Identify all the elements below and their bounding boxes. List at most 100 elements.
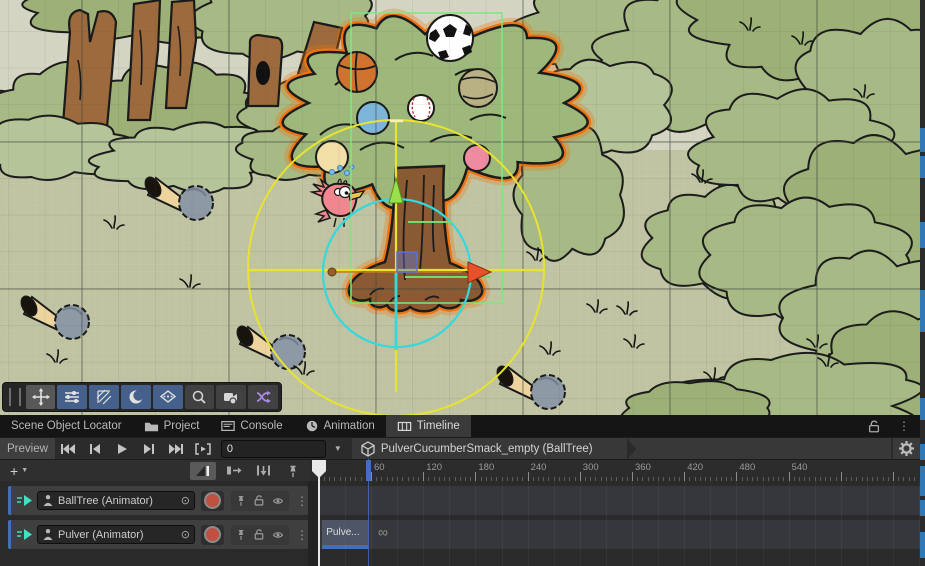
toolbar-drag-handle[interactable] — [9, 388, 21, 406]
tab-scene-object-locator[interactable]: Scene Object Locator — [0, 415, 133, 437]
track-grid-line — [710, 481, 711, 566]
object-picker-icon[interactable]: ⊙ — [181, 528, 190, 541]
hatch-tool-button[interactable] — [89, 385, 119, 409]
track-grid-line — [763, 481, 764, 566]
ruler-frame-label: 540 — [792, 462, 808, 473]
unlock-icon[interactable] — [867, 419, 881, 434]
unlock-icon[interactable] — [253, 528, 265, 541]
animation-track-icon — [15, 527, 33, 542]
preview-toggle-button[interactable]: Preview — [0, 438, 55, 460]
animator-object-field[interactable]: Pulver (Animator) ⊙ — [37, 525, 195, 544]
edge-indicator — [920, 466, 925, 496]
go-to-start-button[interactable] — [55, 440, 82, 458]
ripple-mode-button[interactable] — [250, 462, 276, 480]
ruler-tick — [736, 472, 737, 481]
tab-project[interactable]: Project — [133, 415, 211, 437]
current-frame-input[interactable]: 0 — [221, 440, 326, 458]
clock-icon — [305, 419, 319, 433]
timeline-end-line — [368, 459, 369, 566]
ruler-frame-label: 480 — [739, 462, 755, 473]
skip-end-icon — [168, 443, 184, 455]
track-header-pulver[interactable]: Pulver (Animator) ⊙ ⋮ — [8, 520, 308, 549]
go-to-end-button[interactable] — [163, 440, 190, 458]
console-icon — [221, 419, 235, 433]
timeline-breadcrumb[interactable]: PulverCucumberSmack_empty (BallTree) — [352, 438, 891, 460]
shuffle-icon — [255, 389, 272, 405]
record-button[interactable] — [201, 491, 224, 511]
track-header-balltree[interactable]: BallTree (Animator) ⊙ ⋮ — [8, 486, 308, 515]
record-icon — [204, 526, 221, 543]
add-track-button[interactable]: + ▼ — [0, 463, 32, 479]
sliders-tool-button[interactable] — [57, 385, 87, 409]
track-menu-icon[interactable]: ⋮ — [296, 494, 308, 508]
eye-icon[interactable] — [271, 529, 285, 541]
curves-view-toggle[interactable] — [190, 462, 216, 480]
track-grid-line — [554, 481, 555, 566]
scene-canvas — [0, 0, 920, 415]
replace-mode-pin-button[interactable] — [280, 462, 306, 480]
edge-indicator — [920, 444, 925, 460]
plane-handle[interactable] — [397, 252, 417, 272]
track-grid-line — [736, 481, 737, 566]
camera-icon — [222, 389, 240, 405]
tab-animation[interactable]: Animation — [294, 415, 386, 437]
pin-icon — [286, 464, 300, 478]
timeline-settings-button[interactable] — [893, 438, 920, 460]
move-tool-button[interactable] — [26, 385, 56, 409]
sliders-icon — [63, 389, 81, 405]
eclipse-tool-button[interactable] — [121, 385, 151, 409]
hatch-grid-icon — [96, 389, 112, 405]
track-grid-line — [371, 481, 372, 566]
eye-icon[interactable] — [271, 495, 285, 507]
track-grid-line — [893, 481, 894, 566]
mix-mode-button[interactable] — [220, 462, 246, 480]
track-grid-line — [684, 481, 685, 566]
animation-track-icon — [15, 493, 33, 508]
panel-menu-icon[interactable]: ⋮ — [898, 419, 910, 433]
camera-tool-button[interactable] — [216, 385, 246, 409]
play-button[interactable] — [109, 440, 136, 458]
unlock-icon[interactable] — [253, 494, 265, 507]
track-grid-line — [528, 481, 529, 566]
track-grid-line — [345, 481, 346, 566]
playhead-line — [318, 474, 320, 566]
next-frame-button[interactable] — [136, 440, 163, 458]
scene-view[interactable] — [0, 0, 920, 415]
track-grid-line — [606, 481, 607, 566]
ripple-mode-icon — [255, 464, 272, 477]
unity-editor-window: { "tabs": [ {"label": "Scene Object Loca… — [0, 0, 925, 566]
panel-tab-bar: Scene Object Locator Project Console Ani… — [0, 415, 920, 437]
edge-indicator — [920, 532, 925, 558]
tab-console[interactable]: Console — [210, 415, 293, 437]
track-grid-line — [632, 481, 633, 566]
ruler-tick — [893, 472, 894, 481]
object-picker-icon[interactable]: ⊙ — [181, 494, 190, 507]
previous-frame-button[interactable] — [82, 440, 109, 458]
ruler-frame-label: 420 — [687, 462, 703, 473]
layers-tool-button[interactable] — [153, 385, 183, 409]
tab-timeline[interactable]: Timeline — [386, 415, 471, 437]
breadcrumb-chevron-icon — [627, 438, 636, 460]
diamond-layers-icon — [159, 389, 177, 405]
scene-toolbar — [2, 382, 282, 412]
search-tool-button[interactable] — [185, 385, 215, 409]
ruler-tick — [632, 472, 633, 481]
shuffle-tool-button[interactable] — [248, 385, 278, 409]
timeline-ruler[interactable]: 60120180240300360420480540 — [310, 459, 920, 481]
ruler-tick — [684, 472, 685, 481]
ruler-frame-label: 60 — [374, 462, 385, 473]
pin-icon[interactable] — [235, 494, 247, 507]
track-lane-balltree — [318, 486, 920, 515]
animator-object-field[interactable]: BallTree (Animator) ⊙ — [37, 491, 195, 510]
x-axis-handle[interactable] — [328, 268, 336, 276]
track-menu-icon[interactable]: ⋮ — [296, 528, 308, 542]
frame-options-dropdown[interactable]: ▼ — [326, 444, 350, 453]
play-range-button[interactable] — [190, 440, 217, 458]
ruler-tick — [475, 472, 476, 481]
skip-start-icon — [60, 443, 76, 455]
track-grid-line — [815, 481, 816, 566]
record-button[interactable] — [201, 525, 224, 545]
ruler-tick — [580, 472, 581, 481]
play-icon — [114, 443, 130, 455]
pin-icon[interactable] — [235, 528, 247, 541]
